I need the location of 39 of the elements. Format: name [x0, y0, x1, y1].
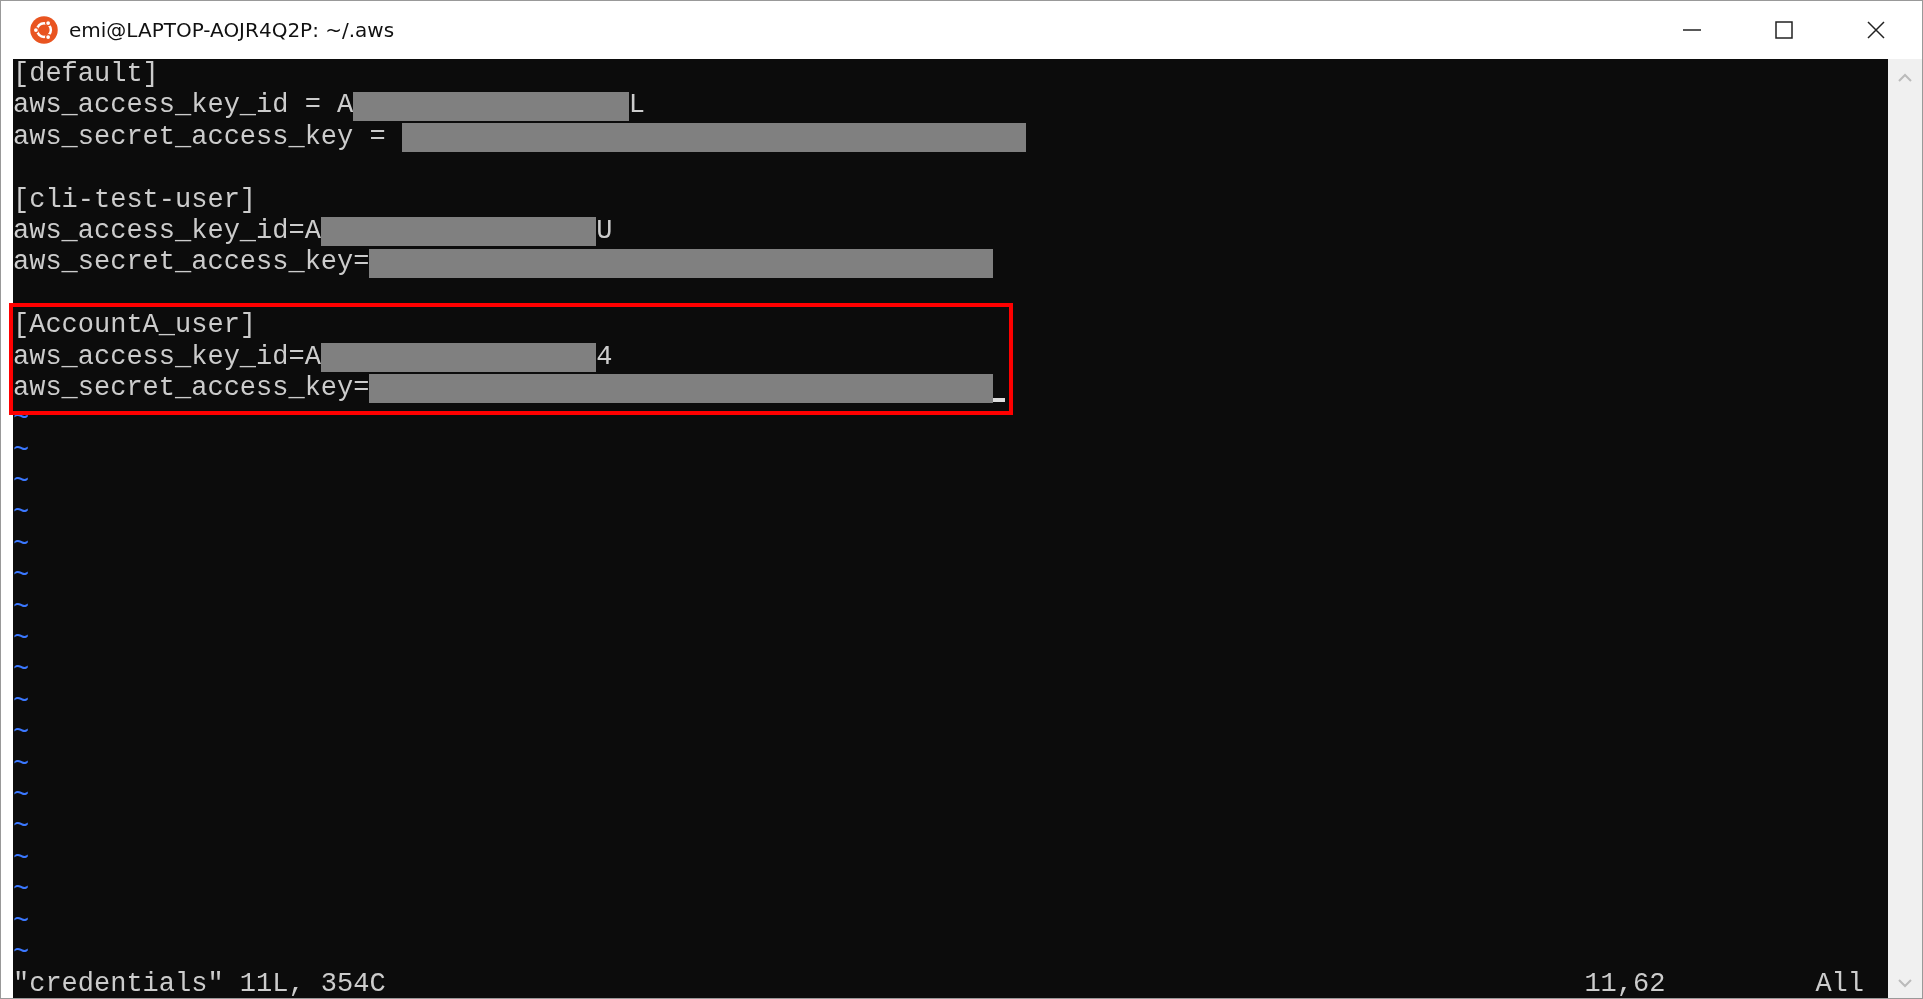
code-text: 4 — [596, 341, 613, 373]
code-text: [default] — [13, 59, 159, 91]
empty-line-marker: ~ — [13, 718, 30, 750]
scrollbar[interactable] — [1888, 59, 1922, 998]
empty-line-marker: ~ — [13, 937, 30, 970]
empty-line-marker: ~ — [13, 529, 30, 562]
scroll-down-icon[interactable] — [1897, 978, 1913, 988]
empty-line-marker: ~ — [13, 624, 30, 656]
empty-line-marker: ~ — [13, 655, 30, 687]
empty-line-marker: ~ — [13, 435, 30, 468]
empty-line-marker: ~ — [13, 812, 30, 844]
circle-logo-icon — [29, 15, 59, 45]
code-text: aws_access_key_id=A — [13, 215, 321, 248]
empty-line-marker: ~ — [13, 875, 30, 907]
empty-line-marker: ~ — [13, 498, 30, 530]
empty-line-marker: ~ — [13, 592, 30, 625]
code-text: aws_secret_access_key= — [13, 247, 370, 279]
empty-line-marker: ~ — [13, 686, 30, 719]
code-text: [AccountA_user] — [13, 310, 257, 342]
empty-line-marker: ~ — [13, 467, 30, 499]
code-text: aws_secret_access_key= — [13, 372, 370, 405]
file-info: "credentials" 11L, 354C — [13, 969, 386, 999]
code-text: U — [596, 215, 613, 248]
cursor-position: 11,62 — [1584, 969, 1666, 999]
close-icon[interactable] — [1866, 20, 1886, 40]
code-text: L — [628, 90, 645, 122]
empty-line-marker: ~ — [13, 843, 30, 876]
code-text: [cli-test-user] — [13, 184, 257, 216]
maximize-icon[interactable] — [1774, 20, 1794, 40]
empty-line-marker: ~ — [13, 781, 30, 813]
code-text: aws_access_key_id=A — [13, 341, 321, 373]
code-text: aws_access_key_id = A — [13, 90, 354, 122]
window-title: emi@LAPTOP-AOJR4Q2P: ~/.aws — [69, 18, 395, 42]
empty-line-marker: ~ — [13, 561, 30, 593]
empty-line-marker: ~ — [13, 749, 30, 781]
scroll-indicator: All — [1815, 969, 1864, 999]
code-text: aws_secret_access_key = — [13, 121, 387, 154]
scroll-up-icon[interactable] — [1897, 73, 1913, 83]
empty-line-marker: ~ — [13, 906, 30, 938]
